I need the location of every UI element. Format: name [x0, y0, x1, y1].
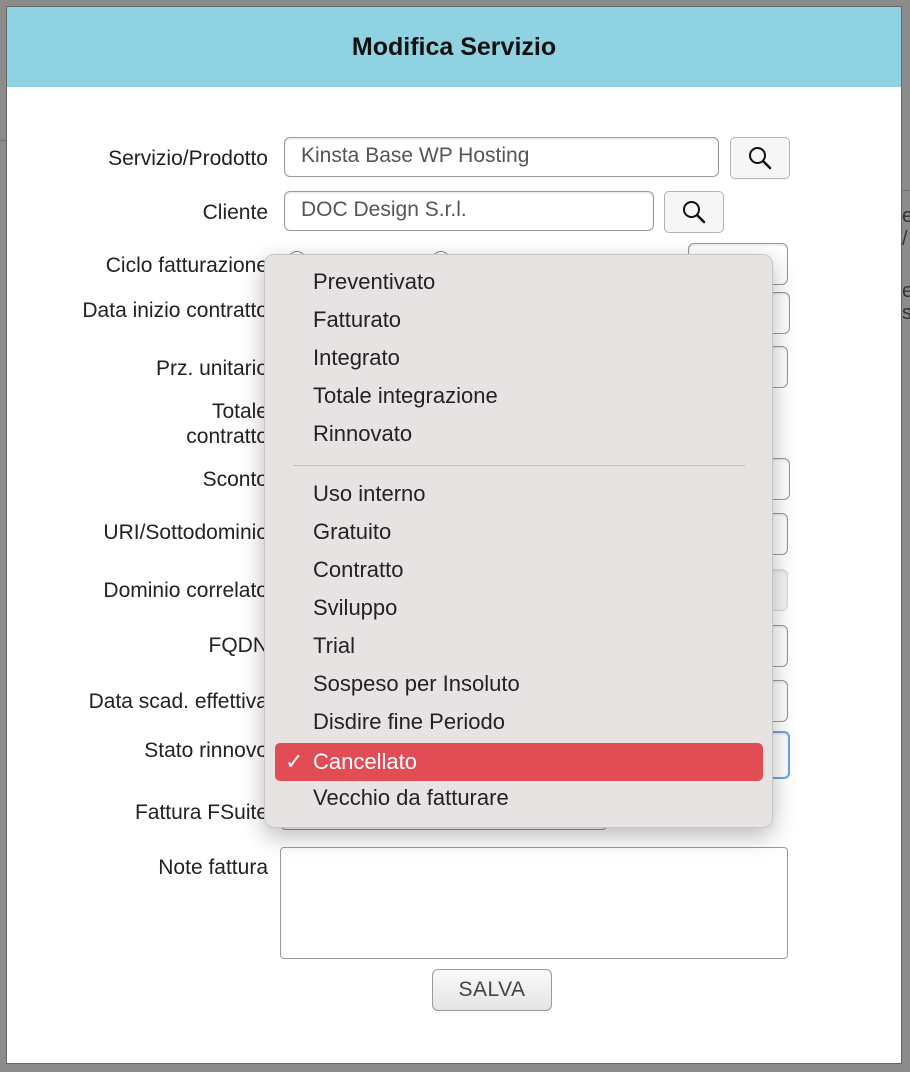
servizio-field[interactable]: Kinsta Base WP Hosting: [284, 137, 719, 177]
background-text: e: [902, 205, 910, 227]
uri-label: URI/Sottodominio: [103, 521, 268, 544]
servizio-label: Servizio/Prodotto: [108, 147, 268, 170]
stato-label: Stato rinnovo: [144, 739, 268, 762]
cliente-search-button[interactable]: [664, 191, 724, 233]
menu-item[interactable]: Sviluppo: [275, 589, 763, 627]
background-text: s/: [902, 302, 910, 324]
totale-label: Totale contratto: [186, 399, 268, 449]
stato-dropdown-menu: Preventivato Fatturato Integrato Totale …: [264, 254, 773, 828]
menu-item[interactable]: Uso interno: [275, 475, 763, 513]
data-inizio-label: Data inizio contratto: [82, 299, 268, 322]
totale-label-line2: contratto: [186, 425, 268, 448]
sconto-label: Sconto: [202, 468, 268, 491]
menu-item[interactable]: Trial: [275, 627, 763, 665]
menu-item-label: Cancellato: [313, 749, 417, 774]
menu-item[interactable]: Integrato: [275, 339, 763, 377]
search-icon: [749, 147, 772, 170]
menu-item[interactable]: Rinnovato: [275, 415, 763, 453]
dialog-header: Modifica Servizio: [7, 7, 901, 87]
menu-item[interactable]: Vecchio da fatturare: [275, 779, 763, 817]
cliente-label: Cliente: [202, 201, 268, 224]
dominio-label: Dominio correlato: [103, 579, 268, 602]
menu-item-selected[interactable]: ✓ Cancellato: [275, 743, 763, 781]
menu-item[interactable]: Gratuito: [275, 513, 763, 551]
save-button[interactable]: SALVA: [432, 969, 552, 1011]
dialog-title: Modifica Servizio: [351, 32, 557, 61]
checkmark-icon: ✓: [285, 749, 304, 774]
totale-label-line1: Totale: [211, 400, 268, 423]
background-text: /: [902, 228, 908, 250]
background-text: e: [902, 280, 910, 302]
cliente-field[interactable]: DOC Design S.r.l.: [284, 191, 654, 231]
menu-separator: [293, 465, 745, 466]
menu-item[interactable]: Preventivato: [275, 263, 763, 301]
menu-item[interactable]: Sospeso per Insoluto: [275, 665, 763, 703]
data-scad-label: Data scad. effettiva: [88, 690, 268, 713]
note-textarea[interactable]: [280, 847, 788, 959]
fqdn-label: FQDN: [208, 634, 269, 657]
menu-item[interactable]: Contratto: [275, 551, 763, 589]
menu-item[interactable]: Fatturato: [275, 301, 763, 339]
prezzo-label: Prz. unitario: [155, 357, 268, 380]
fattura-label: Fattura FSuite: [134, 801, 268, 824]
note-label: Note fattura: [158, 856, 268, 879]
menu-item[interactable]: Totale integrazione: [275, 377, 763, 415]
background-divider: [902, 190, 910, 191]
servizio-search-button[interactable]: [730, 137, 790, 179]
menu-item[interactable]: Disdire fine Periodo: [275, 703, 763, 741]
search-icon: [683, 201, 706, 224]
ciclo-label: Ciclo fatturazione: [105, 254, 268, 277]
